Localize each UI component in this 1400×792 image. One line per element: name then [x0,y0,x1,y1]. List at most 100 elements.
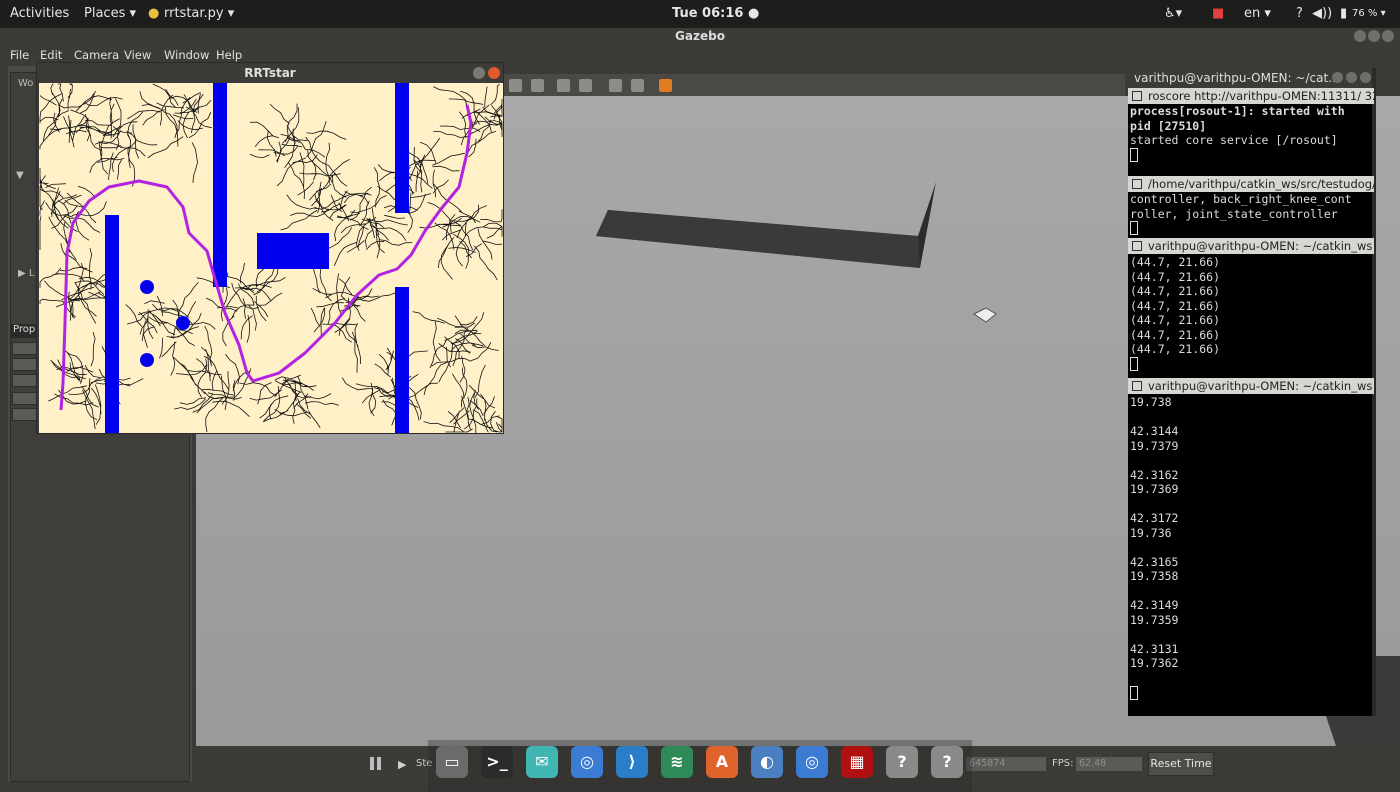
pane2-cursor [1130,221,1138,235]
rrtstar-close-icon[interactable] [488,67,500,79]
dock-settings-icon[interactable]: ◐ [751,746,783,778]
terminal-line: (44.7, 21.66) [1130,284,1221,298]
terminal-line: roller, joint_state_controller [1130,206,1338,221]
dock-unknown-2-icon[interactable]: ? [931,746,963,778]
maximize-icon[interactable] [1368,30,1380,42]
pane3-cursor [1130,357,1138,371]
fps-field: 62.48 [1076,757,1142,771]
terminal-line: 42.3165 [1130,554,1179,569]
dock-layers-icon[interactable]: ≋ [661,746,693,778]
rrt-plot [39,83,503,433]
align-icon[interactable] [609,79,622,92]
wall-face [596,210,920,268]
pane-icon [1132,179,1142,189]
pane3-header[interactable]: varithpu@varithpu-OMEN: ~/catkin_ws 32x [1128,238,1374,254]
terminal-line: 19.7362 [1130,656,1179,670]
terminal-line: 19.7379 [1130,438,1179,453]
robot-model[interactable] [973,307,997,323]
pause-icon[interactable] [370,757,382,771]
snap-icon[interactable] [631,79,644,92]
terminal-line: (44.7, 21.66) [1130,327,1221,342]
terminal-line: 19.736 [1130,525,1172,540]
menu-view[interactable]: View [124,48,151,62]
obstacle-right-upper-wall [395,83,409,213]
pane4-title: varithpu@varithpu-OMEN: ~/catkin_ws 32x [1148,379,1374,393]
copy-icon[interactable] [557,79,570,92]
rrtstar-title: RRTstar [244,66,296,80]
clock[interactable]: Tue 06:16 ● [672,6,759,21]
python-app-icon: ● [148,6,160,21]
paste-icon[interactable] [579,79,592,92]
world-tab[interactable]: Wo [18,78,33,89]
close-icon[interactable] [1382,30,1394,42]
volume-icon[interactable]: ◀)) [1312,6,1332,21]
dock-rviz-icon[interactable]: ▦ [841,746,873,778]
rrtstar-window[interactable]: RRTstar [36,62,504,434]
accessibility-icon[interactable]: ♿▾ [1164,6,1182,21]
battery-status[interactable]: 76 % ▾ [1352,8,1386,19]
terminal-line: (44.7, 21.66) [1130,269,1221,284]
tree-collapse-icon[interactable]: ▶ L [18,268,34,279]
menu-camera[interactable]: Camera [74,48,119,62]
dock-files-icon[interactable]: ▭ [436,746,468,778]
language-menu[interactable]: en ▾ [1244,6,1271,21]
dock-chrome-icon[interactable]: ◎ [796,746,828,778]
terminal-minimize-icon[interactable] [1332,72,1343,83]
top-bar: Activities Places ▾ ● rrtstar.py ▾ Tue 0… [0,0,1400,28]
pane2-header[interactable]: /home/varithpu/catkin_ws/src/testudog/la [1128,176,1374,192]
scale-icon[interactable] [531,79,544,92]
terminal-line: 42.3144 [1130,424,1179,438]
step-icon[interactable]: ▶ [398,758,406,771]
terminal-line: 42.3162 [1130,467,1179,482]
pane1-header[interactable]: roscore http://varithpu-OMEN:11311/ 32x4 [1128,88,1374,104]
pane-icon [1132,241,1142,251]
translate-icon[interactable] [509,79,522,92]
terminal-maximize-icon[interactable] [1346,72,1357,83]
minimize-icon[interactable] [1354,30,1366,42]
pane-icon [1132,381,1142,391]
iterations-field: 645874 [966,757,1046,771]
terminal-line: 19.7369 [1130,482,1179,496]
rrtstar-minimize-icon[interactable] [473,67,485,79]
menu-help[interactable]: Help [216,48,242,62]
fps-label: FPS: [1052,758,1074,769]
menu-edit[interactable]: Edit [40,48,62,62]
terminal-line: 42.3131 [1130,641,1179,656]
obstacle-upper-wall [213,83,227,287]
battery-icon[interactable]: ▮ [1340,6,1347,21]
obstacle-circle [140,353,154,367]
pane2-title: /home/varithpu/catkin_ws/src/testudog/la [1148,177,1374,191]
places-menu[interactable]: Places ▾ [84,6,136,21]
terminal-line: (44.7, 21.66) [1130,255,1221,269]
menu-window[interactable]: Window [164,48,209,62]
terminal-line: (44.7, 21.66) [1130,342,1221,356]
pane4-header[interactable]: varithpu@varithpu-OMEN: ~/catkin_ws 32x [1128,378,1374,394]
terminal-line: 19.7359 [1130,612,1179,627]
pane1-cursor [1130,148,1138,162]
terminal-line: 42.3149 [1130,598,1179,612]
camera-icon[interactable]: ■ [1212,6,1224,21]
dock-mail-icon[interactable]: ✉ [526,746,558,778]
reset-time-button[interactable]: Reset Time [1148,752,1214,776]
dock-software-icon[interactable]: A [706,746,738,778]
terminal-line: started core service [/rosout] [1130,133,1338,147]
terminal-close-icon[interactable] [1360,72,1371,83]
menu-file[interactable]: File [10,48,29,62]
app-menu[interactable]: rrtstar.py ▾ [164,6,234,21]
gazebo-window-title: Gazebo [0,28,1400,46]
obstacle-circle [176,316,190,330]
rrtstar-canvas[interactable] [39,83,503,433]
dock-chromium-icon[interactable]: ◎ [571,746,603,778]
terminal-line: (44.7, 21.66) [1130,313,1221,327]
gazebo-toolbar [503,74,1125,96]
help-icon[interactable]: ? [1296,6,1303,21]
desktop: Activities Places ▾ ● rrtstar.py ▾ Tue 0… [0,0,1400,792]
dock-vscode-icon[interactable]: ⟩ [616,746,648,778]
obstacle-left-wall [105,215,119,433]
terminal-line: 19.7358 [1130,569,1179,583]
activities-button[interactable]: Activities [10,6,69,21]
tree-expand-icon[interactable]: ▼ [16,170,24,181]
color-icon[interactable] [659,79,672,92]
dock-terminal-icon[interactable]: >_ [481,746,513,778]
dock-unknown-1-icon[interactable]: ? [886,746,918,778]
